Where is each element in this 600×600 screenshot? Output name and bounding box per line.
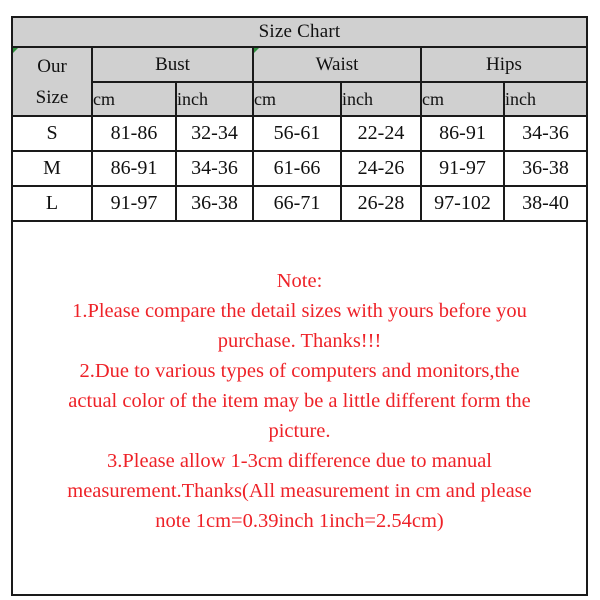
cell-bust-cm: 86-91	[91, 150, 177, 187]
header-group-waist-label: Waist	[315, 54, 359, 75]
note-line: note 1cm=0.39inch 1inch=2.54cm)	[155, 510, 444, 532]
cell-hips-cm: 97-102	[420, 185, 505, 222]
cell-bust-inch: 34-36	[175, 150, 254, 187]
header-group-bust-label: Bust	[155, 54, 190, 75]
header-group-waist: Waist	[252, 46, 422, 83]
cell-hips-cm: 91-97	[420, 150, 505, 187]
cell-bust-inch: 36-38	[175, 185, 254, 222]
cell-hips-cm: 86-91	[420, 115, 505, 152]
header-unit-waist-inch: inch	[340, 81, 422, 117]
cell-hips-inch: 34-36	[502, 115, 589, 152]
cell-hips-inch: 36-38	[502, 150, 589, 187]
header-unit-waist-cm: cm	[252, 81, 342, 117]
note-line: 2.Due to various types of computers and …	[79, 360, 520, 382]
cell-size: L	[11, 185, 93, 222]
header-our-size: Our Size	[11, 46, 93, 117]
cell-bust-inch: 32-34	[175, 115, 254, 152]
note-heading: Note:	[276, 270, 323, 292]
header-group-row: Our Size Bust Waist Hips	[11, 46, 589, 117]
table-row: L 91-97 36-38 66-71 26-28 97-102 38-40	[11, 185, 589, 222]
note-line: purchase. Thanks!!!	[217, 330, 382, 352]
table-row: M 86-91 34-36 61-66 24-26 91-97 36-38	[11, 150, 589, 187]
header-group-hips: Hips	[419, 46, 589, 83]
size-chart-container: Size Chart Our Size Bust Waist Hips cm i…	[10, 16, 589, 596]
cell-bust-cm: 91-97	[91, 185, 177, 222]
header-group-bust: Bust	[91, 46, 254, 83]
chart-title: Size Chart	[10, 16, 589, 48]
cell-waist-inch: 24-26	[340, 150, 422, 187]
cell-waist-cm: 61-66	[252, 150, 342, 187]
note-line: measurement.Thanks(All measurement in cm…	[67, 480, 532, 502]
cell-size: S	[11, 115, 93, 152]
scan-artifact-icon	[254, 48, 259, 53]
cell-bust-cm: 81-86	[91, 115, 177, 152]
header-unit-hips-inch: inch	[502, 81, 589, 117]
note-line: 3.Please allow 1-3cm difference due to m…	[107, 450, 492, 472]
cell-waist-cm: 56-61	[252, 115, 342, 152]
cell-hips-inch: 38-40	[502, 185, 589, 222]
header-group-hips-label: Hips	[486, 54, 522, 75]
size-chart-table: Size Chart Our Size Bust Waist Hips cm i…	[10, 16, 589, 596]
title-row: Size Chart	[10, 16, 589, 48]
header-unit-bust-cm: cm	[91, 81, 177, 117]
header-our-size-line1: Our	[37, 55, 67, 77]
header-units-row: cm inch cm inch cm inch	[12, 81, 589, 117]
cell-size: M	[11, 150, 93, 187]
table-row: S 81-86 32-34 56-61 22-24 86-91 34-36	[11, 115, 589, 152]
header-unit-bust-inch: inch	[175, 81, 254, 117]
note-line: 1.Please compare the detail sizes with y…	[72, 300, 527, 322]
note-cell: Note: 1.Please compare the detail sizes …	[10, 220, 589, 596]
header-unit-hips-cm: cm	[420, 81, 505, 117]
cell-waist-inch: 22-24	[340, 115, 422, 152]
note-block: Note: 1.Please compare the detail sizes …	[13, 222, 586, 536]
note-row: Note: 1.Please compare the detail sizes …	[10, 220, 589, 596]
cell-waist-inch: 26-28	[340, 185, 422, 222]
cell-waist-cm: 66-71	[252, 185, 342, 222]
note-line: actual color of the item may be a little…	[68, 390, 531, 412]
note-line: picture.	[268, 420, 331, 442]
header-our-size-line2: Size	[35, 86, 69, 108]
